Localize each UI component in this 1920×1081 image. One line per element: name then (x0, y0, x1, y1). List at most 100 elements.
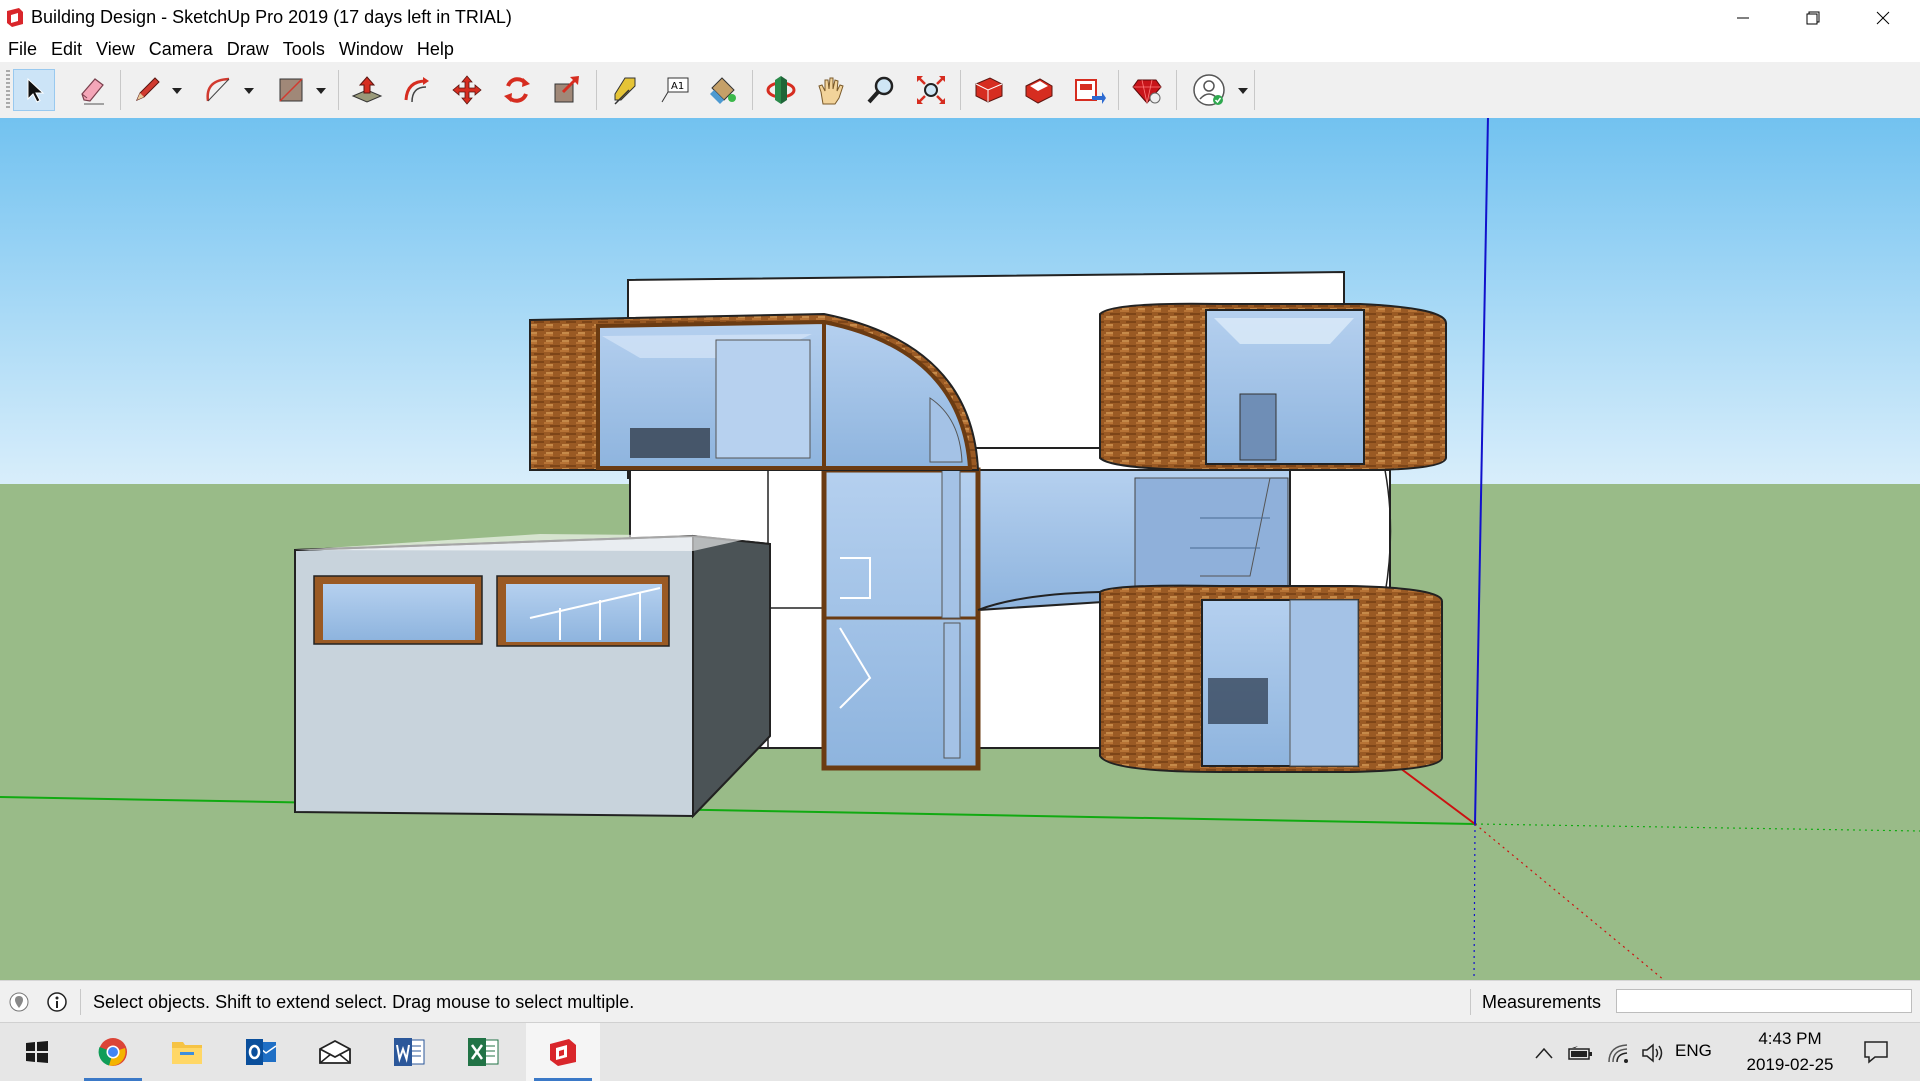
toolbar-separator (1118, 70, 1119, 110)
word-icon (394, 1038, 425, 1066)
taskbar-file-explorer[interactable] (150, 1023, 224, 1081)
extension-warehouse-button[interactable] (1018, 69, 1060, 111)
speaker-icon (1642, 1043, 1663, 1063)
chevron-down-icon (244, 88, 254, 94)
status-separator (80, 989, 81, 1015)
account-button[interactable] (1188, 69, 1230, 111)
chevron-down-icon (1238, 88, 1248, 94)
windows-icon (26, 1041, 48, 1063)
toolbar-separator (596, 70, 597, 110)
toolbar-separator (120, 70, 121, 110)
taskbar-excel[interactable] (446, 1023, 520, 1081)
extension-warehouse-icon (1025, 78, 1053, 104)
arc-dropdown[interactable] (243, 82, 255, 100)
chevron-up-icon (1535, 1047, 1553, 1059)
3d-warehouse-button[interactable] (968, 69, 1010, 111)
menu-bar: File Edit View Camera Draw Tools Window … (0, 36, 1920, 62)
offset-tool-button[interactable] (396, 69, 438, 111)
menu-edit[interactable]: Edit (44, 39, 89, 60)
menu-draw[interactable]: Draw (220, 39, 276, 60)
rotate-icon (504, 77, 530, 103)
battery-button[interactable] (1568, 1041, 1594, 1065)
magnifier-icon (867, 76, 894, 104)
clock-time[interactable]: 4:43 PM (1740, 1029, 1840, 1049)
toolbar-separator (752, 70, 753, 110)
volume-button[interactable] (1640, 1041, 1666, 1065)
menu-view[interactable]: View (89, 39, 142, 60)
close-icon (1876, 11, 1890, 25)
model-viewport[interactable] (0, 118, 1920, 980)
push-pull-tool-button[interactable] (346, 69, 388, 111)
excel-icon (468, 1038, 499, 1066)
minimize-button[interactable] (1708, 0, 1778, 36)
rectangle-dropdown[interactable] (315, 82, 327, 100)
line-dropdown[interactable] (171, 82, 183, 100)
measurements-input[interactable] (1616, 989, 1912, 1013)
paint-bucket-tool-button[interactable] (702, 69, 744, 111)
status-message: Select objects. Shift to extend select. … (93, 992, 635, 1012)
text-tool-button[interactable]: A1 (654, 69, 696, 111)
zoom-extents-tool-button[interactable] (910, 69, 952, 111)
taskbar-word[interactable] (372, 1023, 446, 1081)
tape-measure-icon (614, 77, 636, 105)
toolbar-separator (1176, 70, 1177, 110)
minimize-icon (1737, 17, 1749, 19)
push-pull-icon (351, 76, 383, 103)
offset-icon (404, 77, 429, 103)
taskbar-chrome[interactable] (76, 1023, 150, 1081)
move-tool-button[interactable] (446, 69, 488, 111)
restore-icon (1806, 11, 1820, 25)
account-dropdown[interactable] (1237, 82, 1249, 100)
taskbar-outlook[interactable] (224, 1023, 298, 1081)
show-hidden-icons-button[interactable] (1531, 1041, 1557, 1065)
move-icon (452, 75, 482, 105)
instructor-info-icon[interactable] (46, 991, 68, 1013)
folder-icon (172, 1042, 202, 1064)
tape-measure-tool-button[interactable] (604, 69, 646, 111)
svg-text:A1: A1 (671, 81, 684, 92)
action-center-button[interactable] (1856, 1037, 1896, 1067)
geo-location-icon[interactable] (8, 991, 30, 1013)
chrome-icon (98, 1038, 127, 1066)
scale-tool-button[interactable] (546, 69, 588, 111)
toolbar-separator (338, 70, 339, 110)
clock-date[interactable]: 2019-02-25 (1732, 1055, 1848, 1075)
start-button[interactable] (0, 1023, 74, 1081)
taskbar-mail[interactable] (298, 1023, 372, 1081)
chevron-down-icon (172, 88, 182, 94)
battery-icon (1568, 1046, 1592, 1060)
send-to-layout-button[interactable] (1068, 69, 1110, 111)
extension-manager-button[interactable] (1126, 69, 1168, 111)
toolbar-separator (960, 70, 961, 110)
zoom-tool-button[interactable] (860, 69, 902, 111)
eraser-tool-button[interactable] (71, 69, 113, 111)
measurements-label: Measurements (1482, 992, 1602, 1012)
toolbar-grip[interactable] (6, 70, 10, 110)
menu-file[interactable]: File (0, 39, 44, 60)
menu-camera[interactable]: Camera (142, 39, 220, 60)
zoom-extents-icon (917, 76, 945, 104)
menu-tools[interactable]: Tools (276, 39, 332, 60)
line-tool-button[interactable] (126, 69, 168, 111)
input-language[interactable]: ENG (1675, 1041, 1712, 1061)
layout-icon (1075, 79, 1106, 104)
rectangle-tool-button[interactable] (270, 69, 312, 111)
arc-tool-button[interactable] (198, 69, 240, 111)
pan-tool-button[interactable] (810, 69, 852, 111)
arc-icon (206, 77, 230, 102)
select-tool-button[interactable] (13, 69, 55, 111)
network-button[interactable] (1606, 1041, 1632, 1065)
mail-icon (319, 1039, 351, 1064)
menu-window[interactable]: Window (332, 39, 410, 60)
window-title: Building Design - SketchUp Pro 2019 (17 … (31, 7, 512, 27)
status-bar: Select objects. Shift to extend select. … (0, 980, 1920, 1023)
text-icon: A1 (661, 77, 689, 103)
orbit-tool-button[interactable] (760, 69, 802, 111)
restore-button[interactable] (1778, 0, 1848, 36)
menu-help[interactable]: Help (410, 39, 461, 60)
close-button[interactable] (1848, 0, 1918, 36)
taskbar-sketchup[interactable] (526, 1023, 600, 1081)
rotate-tool-button[interactable] (496, 69, 538, 111)
eraser-icon (81, 78, 104, 105)
notification-icon (1864, 1041, 1888, 1064)
